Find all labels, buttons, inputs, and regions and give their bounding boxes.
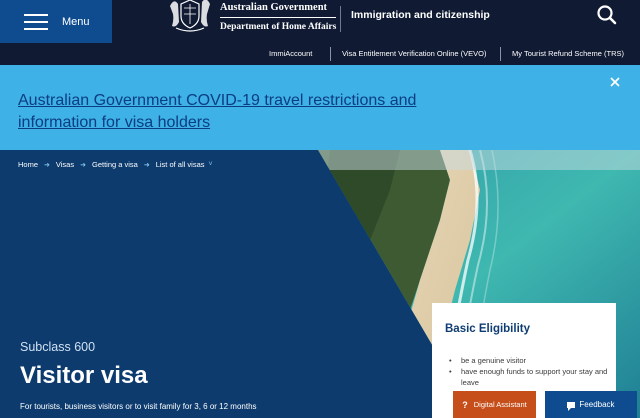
digital-assistant-label: Digital Assistant xyxy=(473,400,527,409)
breadcrumb-list-of-all-visas[interactable]: List of all visas xyxy=(156,160,205,169)
hamburger-icon xyxy=(24,13,48,30)
search-icon xyxy=(597,5,617,25)
breadcrumb-visas[interactable]: Visas xyxy=(56,160,74,169)
top-header: Menu Australian Government Department of… xyxy=(0,0,640,43)
utility-separator xyxy=(500,47,501,61)
breadcrumb-home[interactable]: Home xyxy=(18,160,38,169)
feedback-label: Feedback xyxy=(579,400,615,409)
covid-info-link[interactable]: Australian Government COVID-19 travel re… xyxy=(18,90,498,134)
close-icon xyxy=(610,77,620,87)
utility-separator xyxy=(330,47,331,61)
search-button[interactable] xyxy=(580,0,640,43)
header-divider xyxy=(340,6,341,32)
eligibility-list: be a genuine visitor have enough funds t… xyxy=(449,355,609,388)
chevron-right-icon: ➜ xyxy=(44,161,50,169)
section-title[interactable]: Immigration and citizenship xyxy=(351,9,490,21)
visa-subclass: Subclass 600 xyxy=(20,340,96,354)
trs-link[interactable]: My Tourist Refund Scheme (TRS) xyxy=(512,49,624,58)
chat-icon xyxy=(567,401,576,411)
menu-button[interactable]: Menu xyxy=(0,0,112,43)
utility-links-bar: ImmiAccount Visa Entitlement Verificatio… xyxy=(0,43,640,65)
menu-label: Menu xyxy=(62,15,90,28)
breadcrumb: Home ➜ Visas ➜ Getting a visa ➜ List of … xyxy=(18,160,219,169)
chevron-right-icon: ➜ xyxy=(80,161,86,169)
crest-icon xyxy=(170,0,210,32)
immiaccount-link[interactable]: ImmiAccount xyxy=(269,49,312,58)
department-name: Department of Home Affairs xyxy=(220,22,337,32)
breadcrumb-getting-a-visa[interactable]: Getting a visa xyxy=(92,160,138,169)
list-item: have enough funds to support your stay a… xyxy=(449,366,609,388)
chevron-down-icon[interactable]: ˅ xyxy=(209,161,213,168)
page-title: Visitor visa xyxy=(20,362,148,389)
gov-name: Australian Government xyxy=(220,2,337,18)
feedback-button[interactable]: Feedback xyxy=(545,391,637,418)
list-item: be a genuine visitor xyxy=(449,355,609,366)
chevron-right-icon: ➜ xyxy=(143,161,150,169)
vevo-link[interactable]: Visa Entitlement Verification Online (VE… xyxy=(342,49,487,58)
close-banner-button[interactable] xyxy=(604,74,626,92)
digital-assistant-button[interactable]: ? Digital Assistant xyxy=(453,391,536,418)
eligibility-title: Basic Eligibility xyxy=(445,323,530,335)
visa-description: For tourists, business visitors or to vi… xyxy=(20,402,257,411)
covid-alert-banner: Australian Government COVID-19 travel re… xyxy=(0,65,640,150)
question-icon: ? xyxy=(462,399,468,410)
government-logo-text[interactable]: Australian Government Department of Home… xyxy=(220,2,337,32)
